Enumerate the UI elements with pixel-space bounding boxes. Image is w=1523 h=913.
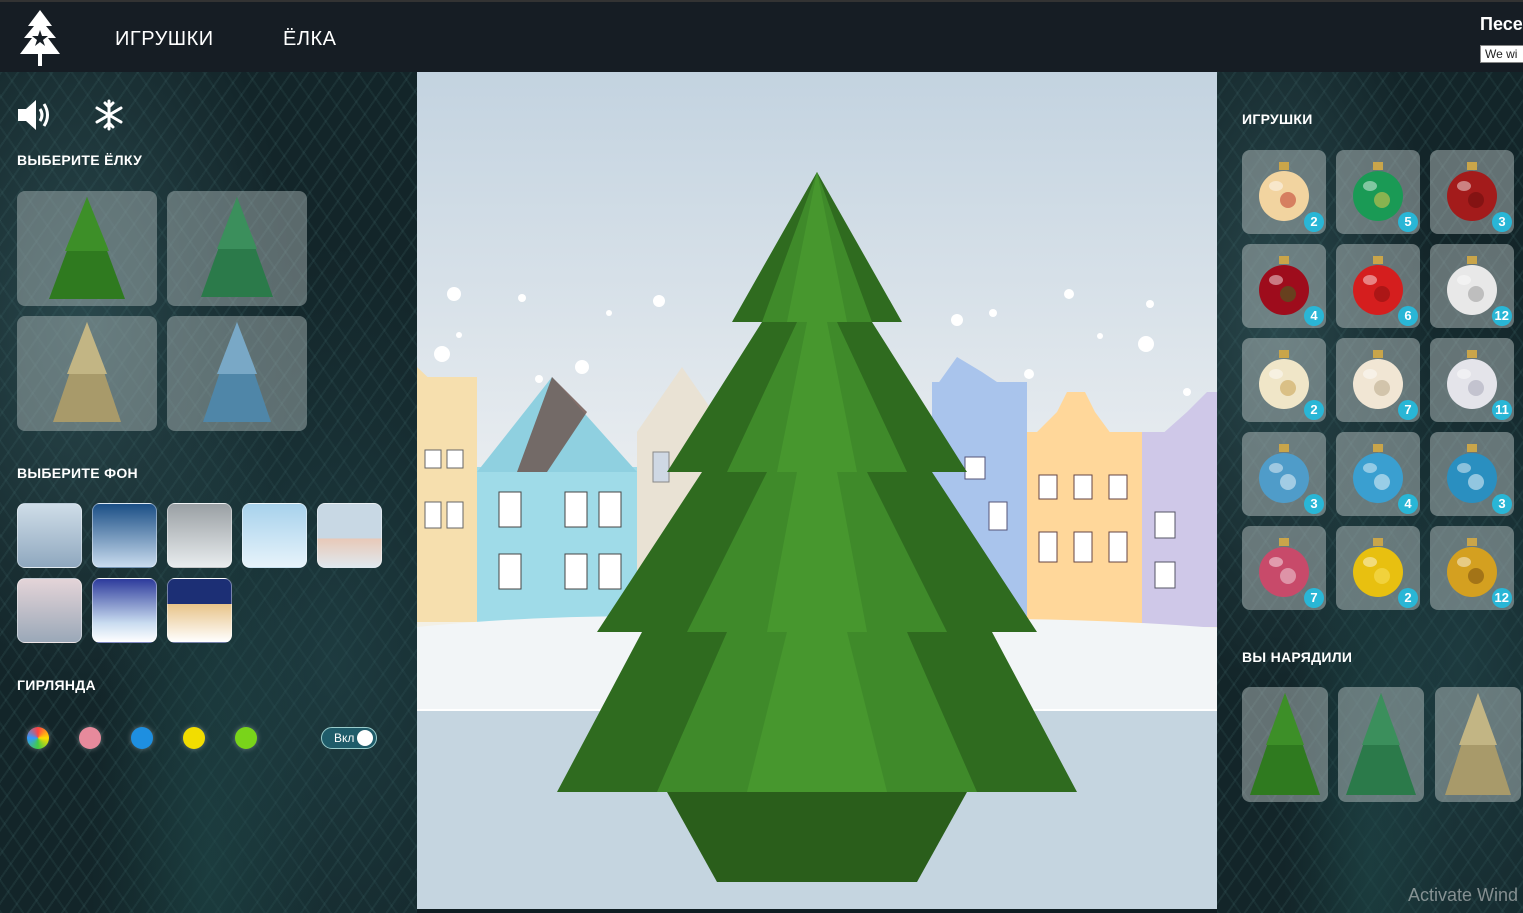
snowflake-icon[interactable] [93,99,125,131]
background-option-3[interactable] [167,503,232,568]
toy-item[interactable]: 6 [1336,244,1420,328]
garland-blue-button[interactable] [131,727,153,749]
song-select[interactable]: We wi [1480,45,1523,63]
toy-count-badge: 7 [1304,588,1324,608]
toy-item[interactable]: 3 [1430,150,1514,234]
toy-item[interactable]: 3 [1242,432,1326,516]
tree-option-image [49,197,125,299]
toy-count-badge: 6 [1398,306,1418,326]
dressed-tree-image [1250,693,1320,795]
toy-count-badge: 3 [1492,212,1512,232]
toy-item[interactable]: 2 [1242,338,1326,422]
ornament-icon [1447,256,1497,315]
tree-scene[interactable] [417,72,1217,909]
garland-section-title: ГИРЛЯНДА [17,677,96,693]
nav-toys-link[interactable]: ИГРУШКИ [115,28,214,51]
dressed-tree-image [1445,693,1511,795]
toy-item[interactable]: 4 [1242,244,1326,328]
toy-count-badge: 5 [1398,212,1418,232]
garland-toggle-label: Вкл [334,731,355,745]
tree-option-1[interactable] [17,191,157,306]
toy-item[interactable]: 7 [1242,526,1326,610]
background-option-2[interactable] [92,503,157,568]
toy-count-badge: 2 [1304,400,1324,420]
toy-count-badge: 12 [1491,588,1512,608]
ornament-icon [1447,350,1497,409]
toggle-knob [357,730,373,746]
toy-count-badge: 2 [1304,212,1324,232]
background-option-4[interactable] [242,503,307,568]
toy-item[interactable]: 7 [1336,338,1420,422]
toy-item[interactable]: 12 [1430,244,1514,328]
dressed-tree-1[interactable] [1242,687,1328,802]
tree-logo-icon[interactable] [16,8,64,70]
toy-item[interactable]: 4 [1336,432,1420,516]
ornament-icon [1447,444,1497,503]
ornament-icon [1259,444,1309,503]
scene-illustration [417,72,1217,909]
toy-count-badge: 2 [1398,588,1418,608]
ornament-icon [1259,256,1309,315]
dressed-section-title: ВЫ НАРЯДИЛИ [1242,649,1353,665]
tree-section-title: ВЫБЕРИТЕ ЁЛКУ [17,152,143,168]
ornament-icon [1353,538,1403,597]
ornament-icon [1447,162,1497,221]
garland-yellow-button[interactable] [183,727,205,749]
background-option-5[interactable] [317,503,382,568]
ornament-icon [1353,256,1403,315]
ornament-icon [1259,350,1309,409]
toy-item[interactable]: 2 [1242,150,1326,234]
toy-item[interactable]: 2 [1336,526,1420,610]
tree-option-3[interactable] [17,316,157,431]
toy-count-badge: 11 [1492,400,1512,420]
tree-option-image [53,322,121,422]
tree-option-4[interactable] [167,316,307,431]
tree-option-image [201,197,273,297]
ornament-icon [1447,538,1497,597]
tree-option-2[interactable] [167,191,307,306]
toy-count-badge: 3 [1492,494,1512,514]
dressed-tree-image [1346,693,1416,795]
activate-windows-watermark: Activate Wind [1408,885,1519,905]
dressed-tree-3[interactable] [1435,687,1521,802]
ornament-icon [1353,162,1403,221]
toys-section-title: ИГРУШКИ [1242,111,1313,127]
toy-count-badge: 4 [1398,494,1418,514]
toy-item[interactable]: 3 [1430,432,1514,516]
settings-panel: ВЫБЕРИТЕ ЁЛКУ ВЫБЕРИТЕ ФОН ГИРЛЯНДА [0,72,417,913]
toy-count-badge: 3 [1304,494,1324,514]
ornament-icon [1353,350,1403,409]
garland-green-button[interactable] [235,727,257,749]
background-option-7[interactable] [92,578,157,643]
toy-item[interactable]: 11 [1430,338,1514,422]
ornament-icon [1259,162,1309,221]
garland-multicolor-button[interactable] [27,727,49,749]
background-option-1[interactable] [17,503,82,568]
background-option-8[interactable] [167,578,232,643]
toy-count-badge: 4 [1304,306,1324,326]
garland-toggle[interactable]: Вкл [321,727,377,749]
tree-option-image [203,322,271,422]
ornament-icon [1259,538,1309,597]
top-navbar: ИГРУШКИ ЁЛКА Песе We wi [0,0,1523,72]
nav-tree-link[interactable]: ЁЛКА [283,28,336,51]
dressed-tree-2[interactable] [1338,687,1424,802]
ornament-icon [1353,444,1403,503]
toy-count-badge: 7 [1398,400,1418,420]
toy-count-badge: 12 [1491,306,1512,326]
toy-item[interactable]: 12 [1430,526,1514,610]
garland-pink-button[interactable] [79,727,101,749]
background-section-title: ВЫБЕРИТЕ ФОН [17,465,138,481]
volume-icon[interactable] [16,98,54,132]
background-option-6[interactable] [17,578,82,643]
toy-item[interactable]: 5 [1336,150,1420,234]
song-title: Песе [1480,14,1523,34]
